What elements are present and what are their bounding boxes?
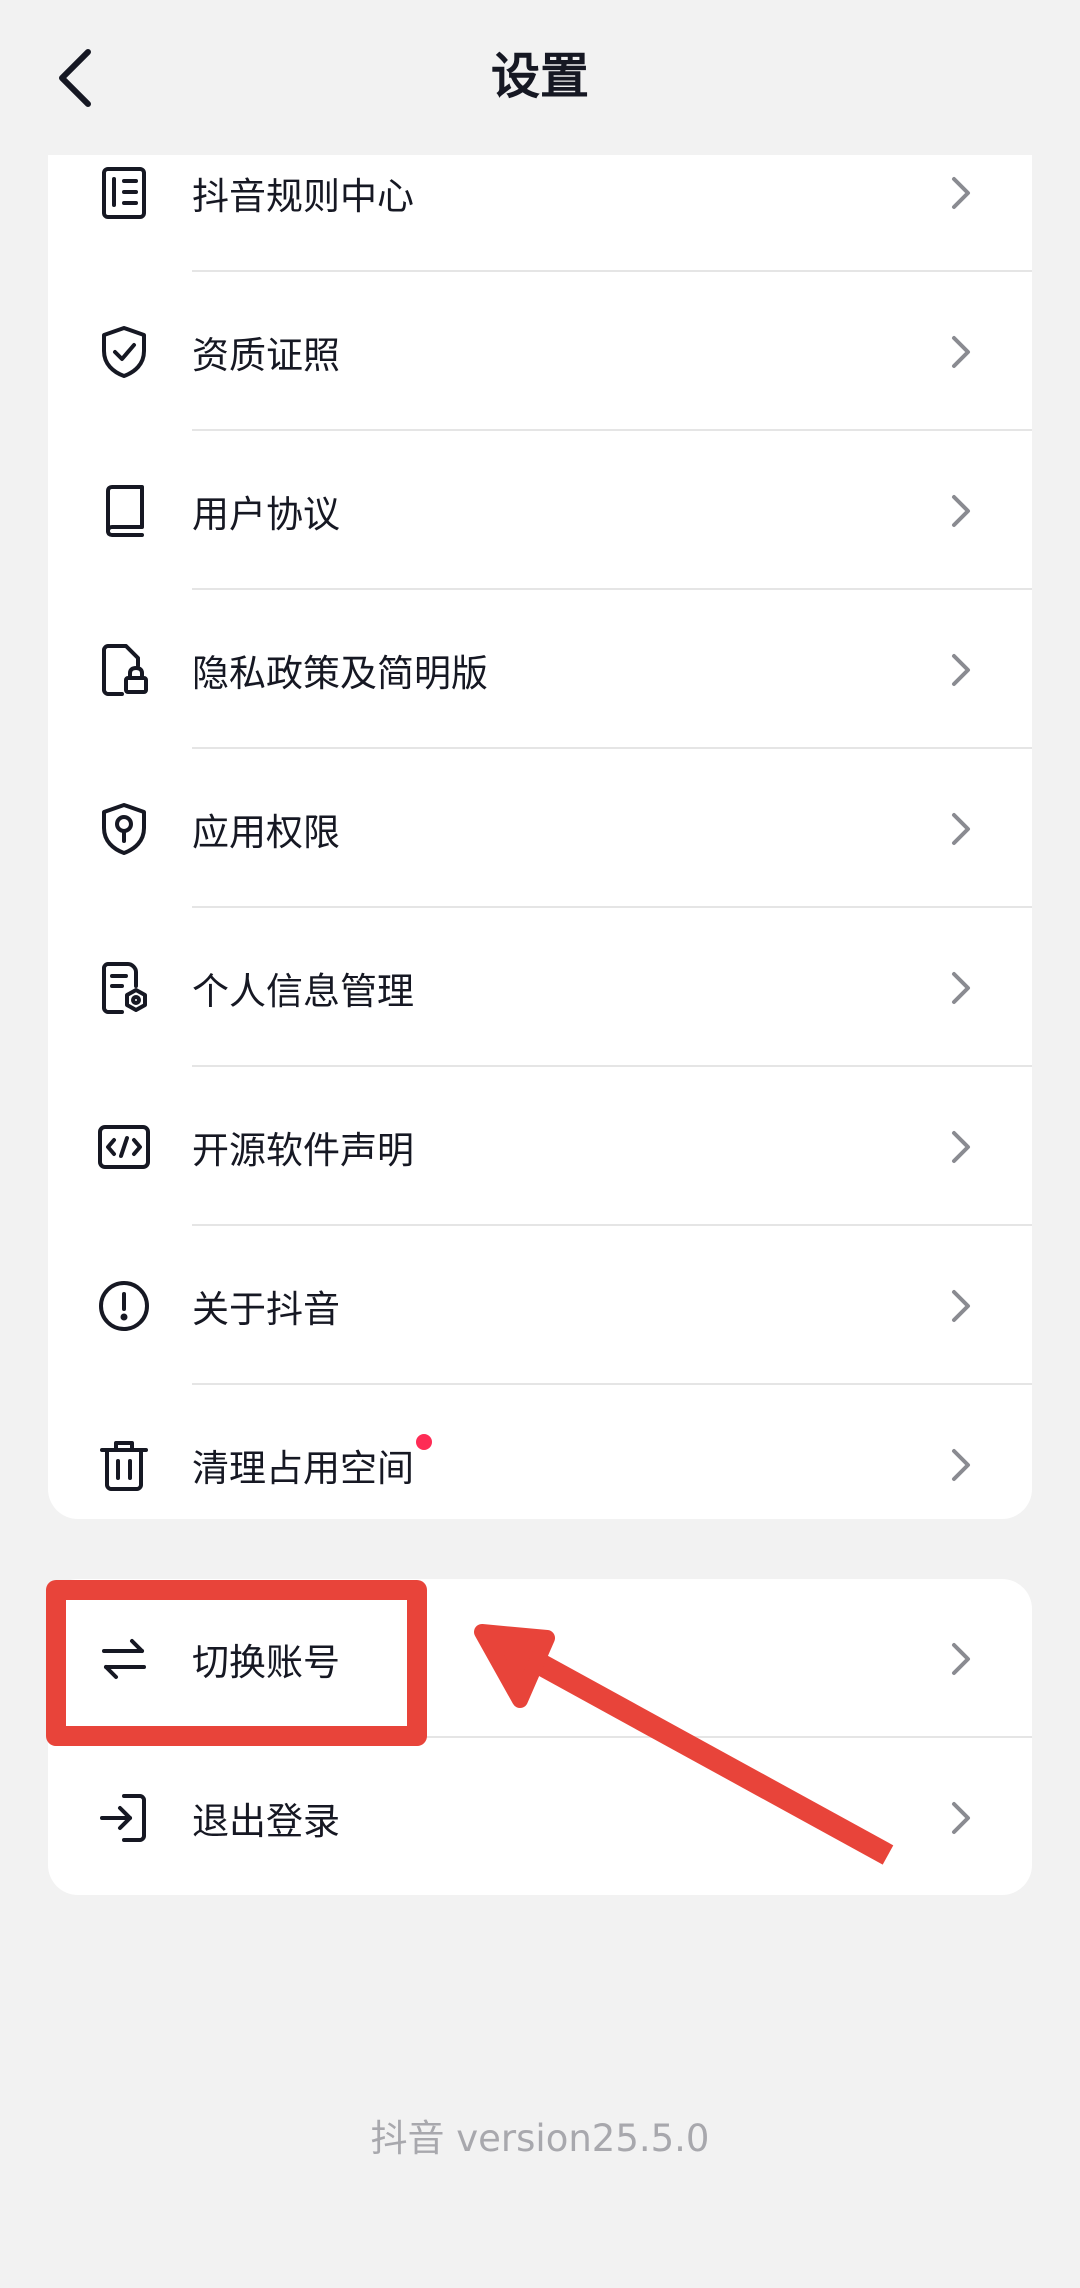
- menu-item-clear-storage[interactable]: 清理占用空间: [48, 1385, 1032, 1544]
- menu-item-label: 用户协议: [192, 492, 340, 536]
- shield-check-icon: [94, 322, 154, 382]
- menu-item-privacy-policy[interactable]: 隐私政策及简明版: [48, 590, 1032, 749]
- settings-group-account: 切换账号 退出登录: [48, 1579, 1032, 1895]
- menu-item-label: 开源软件声明: [192, 1128, 414, 1172]
- menu-item-label: 清理占用空间: [192, 1433, 432, 1492]
- page-title: 设置: [490, 48, 589, 105]
- menu-item-switch-account[interactable]: 切换账号: [48, 1579, 1032, 1738]
- menu-item-personal-info[interactable]: 个人信息管理: [48, 908, 1032, 1067]
- menu-item-label: 抖音规则中心: [192, 174, 414, 218]
- settings-group-about: 抖音规则中心 资质证照 用户协议 隐私政策及简明版 应用权限 个人信息管理 开源…: [48, 100, 1032, 1519]
- menu-item-label: 应用权限: [192, 810, 340, 854]
- chevron-right-icon: [952, 971, 970, 1004]
- personal-info-settings-icon: [94, 958, 154, 1018]
- menu-item-app-permissions[interactable]: 应用权限: [48, 749, 1032, 908]
- chevron-right-icon: [952, 1130, 970, 1163]
- privacy-lock-icon: [94, 640, 154, 700]
- chevron-right-icon: [952, 1289, 970, 1322]
- menu-item-about[interactable]: 关于抖音: [48, 1226, 1032, 1385]
- switch-arrows-icon: [94, 1629, 154, 1689]
- trash-icon: [94, 1435, 154, 1495]
- chevron-right-icon: [952, 176, 970, 209]
- menu-item-label: 退出登录: [192, 1799, 340, 1843]
- document-list-icon: [94, 163, 154, 223]
- chevron-right-icon: [952, 1642, 970, 1675]
- chevron-right-icon: [952, 494, 970, 527]
- code-icon: [94, 1117, 154, 1177]
- chevron-right-icon: [952, 1801, 970, 1834]
- menu-item-user-agreement[interactable]: 用户协议: [48, 431, 1032, 590]
- menu-item-label: 个人信息管理: [192, 969, 414, 1013]
- header-bar: 设置: [0, 0, 1080, 155]
- menu-item-label: 关于抖音: [192, 1287, 340, 1331]
- menu-item-logout[interactable]: 退出登录: [48, 1738, 1032, 1897]
- menu-item-label: 切换账号: [192, 1640, 340, 1684]
- menu-item-qualifications[interactable]: 资质证照: [48, 272, 1032, 431]
- logout-icon: [94, 1788, 154, 1848]
- red-dot-badge: [416, 1433, 432, 1450]
- chevron-right-icon: [952, 335, 970, 368]
- app-version: 抖音 version25.5.0: [370, 2117, 710, 2160]
- info-exclamation-icon: [94, 1276, 154, 1336]
- shield-key-icon: [94, 799, 154, 859]
- chevron-right-icon: [952, 653, 970, 686]
- chevron-right-icon: [952, 812, 970, 845]
- menu-item-open-source[interactable]: 开源软件声明: [48, 1067, 1032, 1226]
- menu-item-label: 隐私政策及简明版: [192, 651, 488, 695]
- chevron-right-icon: [952, 1448, 970, 1481]
- book-icon: [94, 481, 154, 541]
- menu-item-label: 资质证照: [192, 333, 340, 377]
